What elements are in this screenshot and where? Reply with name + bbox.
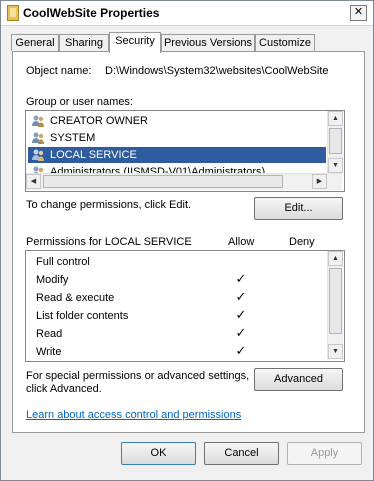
advanced-hint-line2: click Advanced. (26, 383, 102, 395)
permission-row-list-folder-contents: List folder contents (36, 307, 128, 325)
advanced-button[interactable]: Advanced (254, 368, 343, 391)
deny-column-header: Deny (289, 236, 315, 248)
permissions-list: Full control Modify Read & execute List … (25, 250, 345, 362)
object-name-value: D:\Windows\System32\websites\CoolWebSite (105, 65, 329, 77)
permission-label: List folder contents (36, 310, 129, 322)
permission-row-modify: Modify (36, 271, 68, 289)
scroll-thumb[interactable] (43, 175, 283, 188)
permission-row-read: Read (36, 325, 62, 343)
permission-label: Read (36, 328, 63, 340)
users-icon (32, 149, 44, 161)
list-item-system[interactable]: SYSTEM (28, 130, 326, 146)
security-tab-panel: Object name: D:\Windows\System32\website… (12, 51, 365, 433)
allow-checkmark-icon: ✓ (235, 289, 247, 304)
allow-column-header: Allow (228, 236, 255, 248)
tab-general[interactable]: General (11, 34, 59, 51)
scroll-down-arrow-icon[interactable]: ▼ (328, 344, 343, 359)
list-item-creator-owner[interactable]: CREATOR OWNER (28, 113, 326, 129)
learn-access-control-link[interactable]: Learn about access control and permissio… (26, 409, 241, 421)
window-title: CoolWebSite Properties (23, 6, 160, 20)
group-list-vertical-scrollbar[interactable]: ▲ ▼ (327, 111, 343, 173)
list-item-local-service[interactable]: LOCAL SERVICE (28, 147, 326, 163)
group-user-list[interactable]: CREATOR OWNER SYSTEM LOCAL SERVICE Admin… (25, 110, 345, 192)
permission-row-read-execute: Read & execute (36, 289, 114, 307)
close-button[interactable]: ✕ (350, 5, 367, 21)
scroll-up-arrow-icon[interactable]: ▲ (328, 251, 343, 266)
list-item-label: SYSTEM (50, 132, 96, 144)
permission-label: Full control (36, 256, 90, 268)
folder-icon (7, 5, 19, 21)
properties-dialog: CoolWebSite Properties ✕ General Sharing… (0, 0, 374, 481)
list-item-label: LOCAL SERVICE (50, 149, 137, 161)
permission-row-full-control: Full control (36, 253, 90, 271)
users-icon (32, 115, 44, 127)
permission-label: Read & execute (36, 292, 115, 304)
scroll-thumb[interactable] (329, 128, 342, 154)
advanced-hint-line1: For special permissions or advanced sett… (26, 370, 250, 382)
title-bar[interactable]: CoolWebSite Properties ✕ (1, 1, 373, 26)
edit-button[interactable]: Edit... (254, 197, 343, 220)
permissions-title: Permissions for LOCAL SERVICE (26, 236, 192, 248)
scroll-up-arrow-icon[interactable]: ▲ (328, 111, 343, 126)
permission-row-write: Write (36, 343, 61, 361)
object-name-label: Object name: (26, 65, 92, 77)
list-item-label: CREATOR OWNER (50, 115, 148, 127)
permission-label: Write (36, 346, 62, 358)
scroll-right-arrow-icon[interactable]: ▶ (312, 174, 327, 189)
users-icon (32, 132, 44, 144)
allow-checkmark-icon: ✓ (235, 307, 247, 322)
group-list-horizontal-scrollbar[interactable]: ◀ ▶ (26, 173, 342, 190)
allow-checkmark-icon: ✓ (235, 343, 247, 358)
tab-customize[interactable]: Customize (255, 34, 315, 51)
change-permissions-hint: To change permissions, click Edit. (26, 199, 192, 211)
group-names-label: Group or user names: (26, 96, 133, 108)
allow-checkmark-icon: ✓ (235, 325, 247, 340)
allow-checkmark-icon: ✓ (235, 271, 247, 286)
tab-sharing[interactable]: Sharing (59, 34, 109, 51)
scroll-thumb[interactable] (329, 268, 342, 334)
tab-security[interactable]: Security (109, 32, 161, 53)
cancel-button[interactable]: Cancel (204, 442, 279, 465)
scroll-down-arrow-icon[interactable]: ▼ (328, 158, 343, 173)
permissions-vertical-scrollbar[interactable]: ▲ ▼ (327, 251, 343, 359)
apply-button[interactable]: Apply (287, 442, 362, 465)
scroll-left-arrow-icon[interactable]: ◀ (26, 174, 41, 189)
tab-previous-versions[interactable]: Previous Versions (161, 34, 255, 51)
ok-button[interactable]: OK (121, 442, 196, 465)
permission-label: Modify (36, 274, 69, 286)
